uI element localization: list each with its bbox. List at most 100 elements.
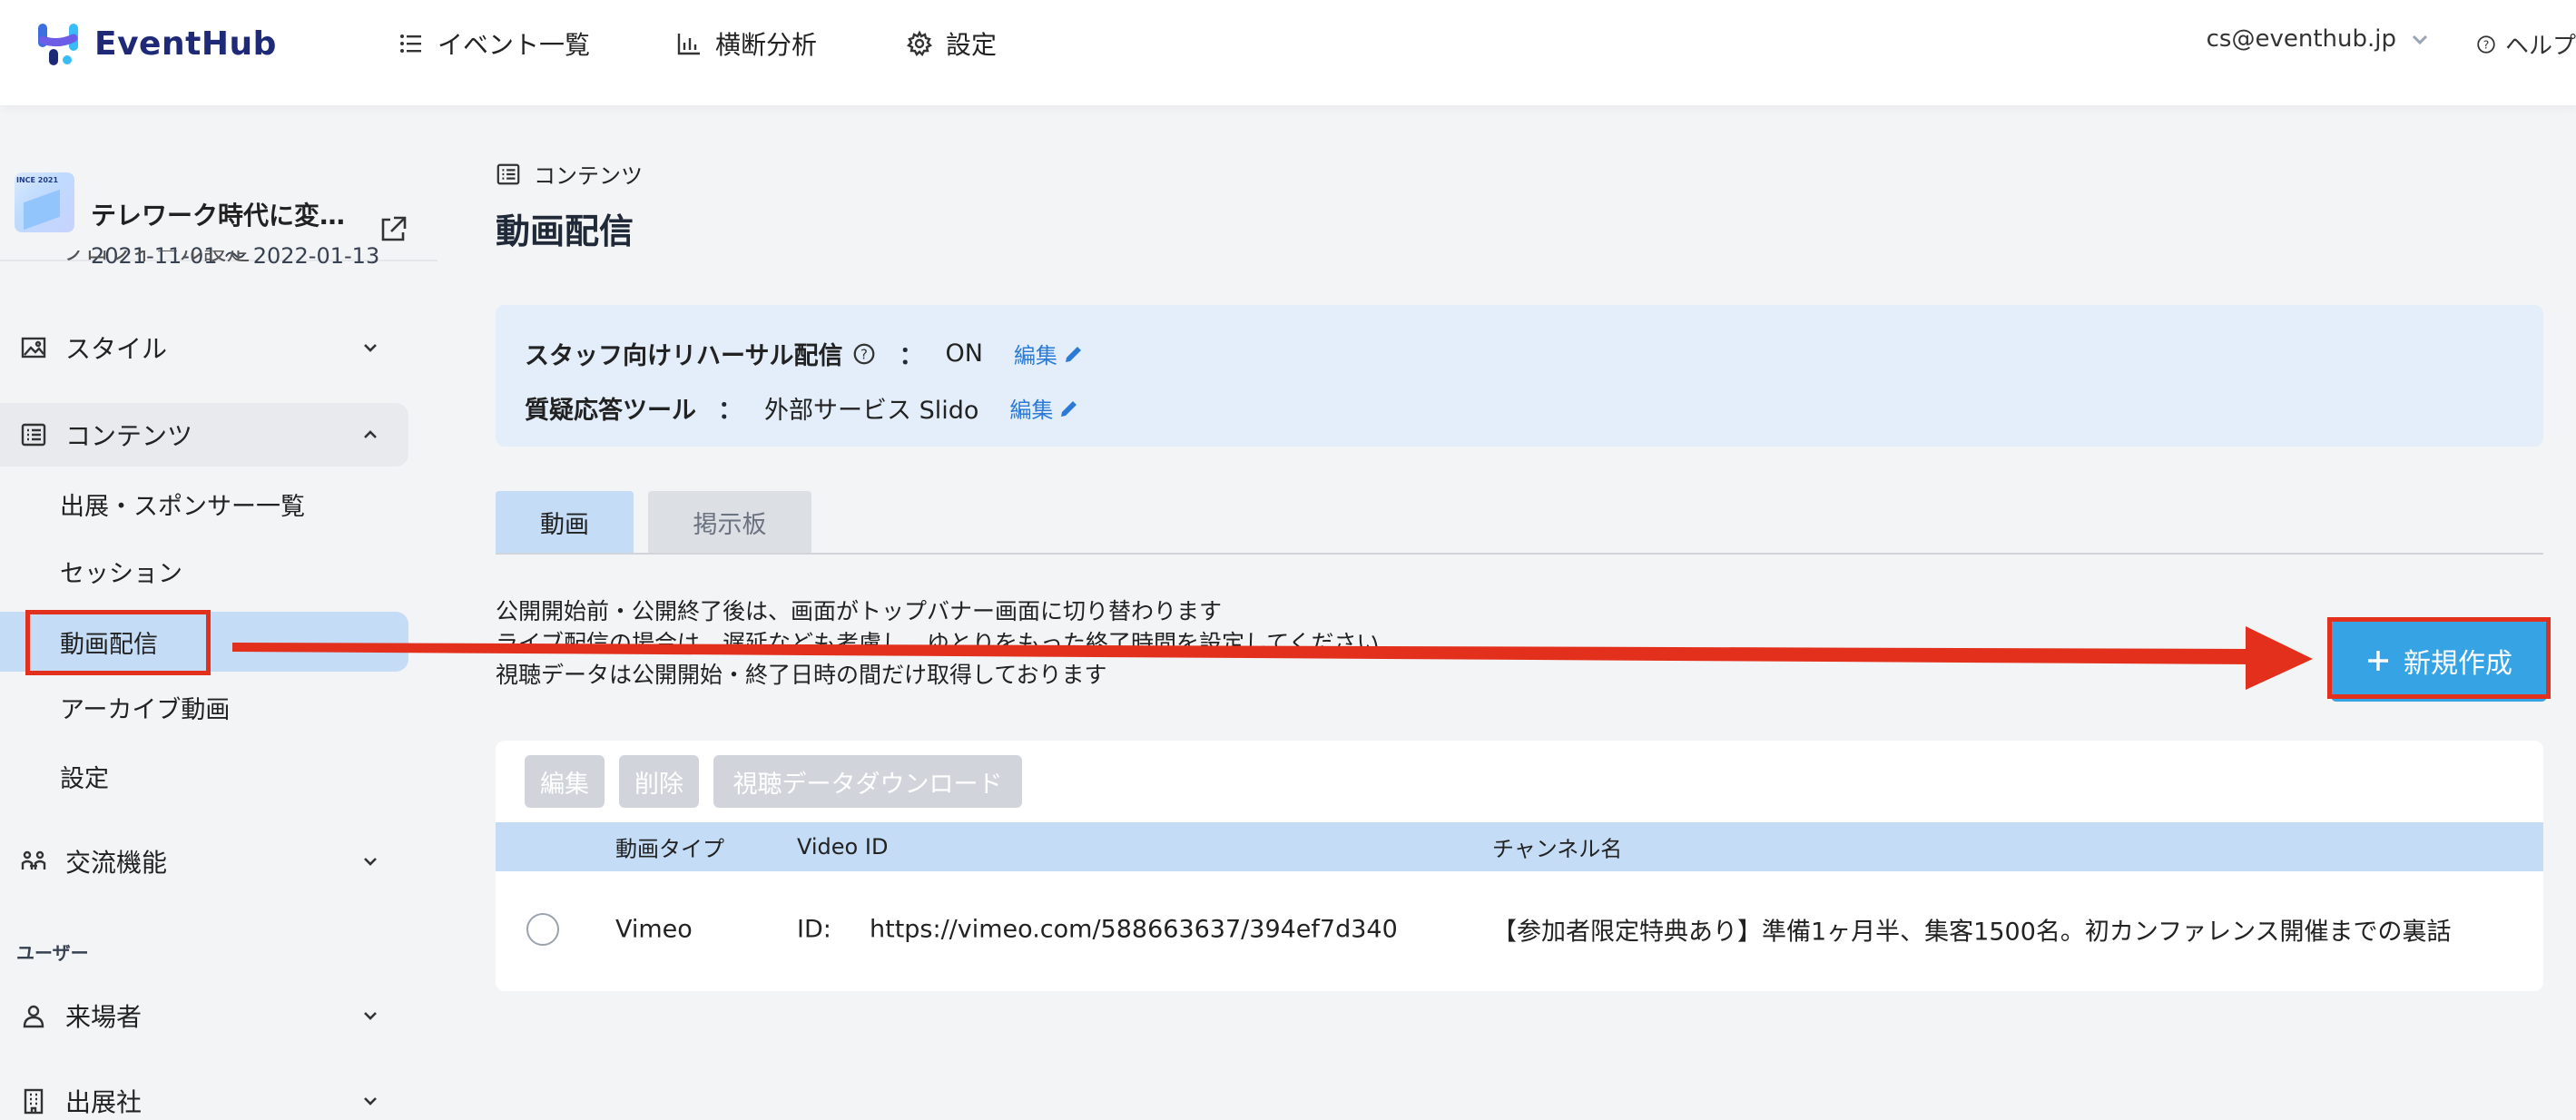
cell-channel-name: 【参加者限定特典あり】準備1ヶ月半、集客1500名。初カンファレンス開催までの裏…	[1492, 918, 2452, 947]
column-header-channel-name: チャンネル名	[1492, 836, 1623, 862]
annotation-highlight-sidebar	[25, 610, 211, 675]
rehearsal-setting-row: スタッフ向けリハーサル配信 ? ： ON 編集	[525, 336, 1085, 371]
sidebar-item-exchange[interactable]: 交流機能	[0, 830, 408, 893]
chevron-down-icon	[2412, 34, 2428, 45]
tab-bulletin-board[interactable]: 掲示板	[648, 491, 811, 553]
nav-settings-label: 設定	[946, 30, 998, 60]
download-viewing-data-button[interactable]: 視聴データダウンロード	[713, 755, 1022, 808]
sidebar-subitem-label: 設定	[60, 764, 109, 793]
list-icon	[400, 34, 421, 53]
sidebar-item-contents-label: コンテンツ	[65, 421, 193, 451]
nav-event-list[interactable]: イベント一覧	[398, 25, 590, 62]
nav-cross-analysis[interactable]: 横断分析	[675, 25, 817, 62]
nav-settings[interactable]: 設定	[906, 25, 997, 62]
pencil-icon	[1061, 400, 1077, 417]
help-label: ヘルプ	[2504, 33, 2576, 60]
svg-text:?: ?	[2483, 37, 2490, 51]
sidebar-item-exhibitors[interactable]: 出展社	[0, 1069, 408, 1120]
qa-tool-setting-value: 外部サービス Slido	[764, 397, 979, 425]
list-alt-icon	[21, 423, 46, 447]
sidebar-subitem-exhibitors-sponsors[interactable]: 出展・スポンサー一覧	[0, 474, 408, 534]
edit-rehearsal-link[interactable]: 編集	[1014, 338, 1085, 369]
notice-line: ライブ配信の場合は、遅延なども考慮し、ゆとりをもった終了時間を設定してください	[496, 630, 1380, 656]
notice-line: 視聴データは公開開始・終了日時の間だけ取得しております	[496, 662, 1107, 688]
sidebar-subitem-archive-videos[interactable]: アーカイブ動画	[0, 677, 408, 737]
video-table-card: 編集 削除 視聴データダウンロード 動画タイプ Video ID チャンネル名 …	[496, 741, 2543, 991]
external-link-icon[interactable]	[378, 214, 408, 245]
sidebar-subitem-label: 出展・スポンサー一覧	[60, 492, 305, 521]
user-icon	[23, 1005, 44, 1028]
qa-tool-setting-row: 質疑応答ツール ： 外部サービス Slido 編集	[525, 390, 1080, 426]
edit-qa-tool-link[interactable]: 編集	[1009, 392, 1080, 424]
logo-text: EventHub	[94, 25, 277, 63]
breadcrumb: コンテンツ	[496, 158, 643, 190]
cell-video-id: https://vimeo.com/588663637/394ef7d340	[870, 915, 1398, 944]
people-link-icon	[21, 850, 46, 869]
setting-colon: ：	[899, 342, 924, 370]
edit-label: 編集	[1013, 343, 1057, 368]
row-select-radio[interactable]	[526, 913, 559, 946]
eventhub-logo-icon	[38, 24, 78, 65]
nav-event-list-label: イベント一覧	[438, 30, 591, 60]
top-header: EventHub イベント一覧 横断分析 設定 cs@eventhub.jp ?…	[0, 0, 2576, 105]
edit-button[interactable]: 編集	[525, 755, 605, 808]
qa-tool-setting-key: 質疑応答ツール	[525, 397, 696, 425]
chevron-down-icon	[364, 344, 377, 352]
chevron-up-icon	[364, 430, 377, 438]
sidebar-subitem-label: セッション	[60, 559, 182, 588]
eventhub-logo[interactable]: EventHub	[34, 20, 277, 67]
sidebar-section-users: ユーザー	[16, 942, 89, 964]
delete-button[interactable]: 削除	[619, 755, 699, 808]
chevron-down-icon	[364, 1097, 377, 1105]
nav-cross-analysis-label: 横断分析	[715, 30, 818, 60]
sidebar-subitem-settings[interactable]: 設定	[0, 746, 408, 806]
svg-text:?: ?	[861, 346, 869, 362]
bar-chart-icon	[677, 34, 700, 55]
sidebar-subitem-sessions[interactable]: セッション	[0, 541, 408, 601]
column-header-video-id: Video ID	[797, 834, 889, 860]
sidebar-item-exhibitors-label: 出展社	[65, 1087, 143, 1117]
main-content: コンテンツ 動画配信 スタッフ向けリハーサル配信 ? ： ON 編集 質疑応答ツ…	[438, 105, 2576, 1120]
event-thumbnail-text: INCE 2021	[16, 176, 59, 184]
event-thumbnail: INCE 2021	[15, 172, 74, 232]
page-title: 動画配信	[496, 211, 634, 251]
sidebar-item-visitors[interactable]: 来場者	[0, 984, 408, 1047]
content-tabs: 動画 掲示板	[496, 491, 2543, 555]
sidebar-item-style-label: スタイル	[65, 334, 168, 364]
building-icon	[24, 1088, 44, 1115]
chevron-down-icon	[364, 1012, 377, 1020]
cell-id-prefix: ID:	[797, 915, 831, 944]
tab-videos[interactable]: 動画	[496, 491, 634, 553]
sidebar-item-style[interactable]: スタイル	[0, 316, 408, 379]
chevron-down-icon	[364, 858, 377, 866]
image-icon	[21, 337, 46, 359]
sidebar-item-visitors-label: 来場者	[65, 1002, 143, 1032]
edit-label: 編集	[1009, 398, 1054, 423]
help-link[interactable]: ? ヘルプ	[2476, 27, 2576, 61]
sidebar-subitem-label: アーカイブ動画	[60, 695, 231, 724]
table-row: Vimeo ID: https://vimeo.com/588663637/39…	[496, 871, 2543, 987]
pencil-icon	[1065, 346, 1081, 362]
event-card[interactable]: INCE 2021 テレワーク時代に変… 2021-11-01 〜 2022-0…	[0, 149, 438, 269]
question-circle-icon[interactable]: ?	[851, 341, 877, 367]
notice-line: 公開開始前・公開終了後は、画面がトップバナー画面に切り替わります	[496, 598, 1223, 624]
column-header-video-type: 動画タイプ	[615, 836, 724, 862]
gear-icon	[906, 30, 933, 57]
sidebar-item-partial[interactable]: プロフィール設定	[62, 251, 250, 269]
streaming-settings-panel: スタッフ向けリハーサル配信 ? ： ON 編集 質疑応答ツール ： 外部サービス…	[496, 305, 2543, 447]
account-menu[interactable]: cs@eventhub.jp	[2207, 25, 2431, 53]
setting-colon: ：	[718, 397, 742, 425]
account-email: cs@eventhub.jp	[2206, 25, 2396, 53]
rehearsal-setting-value: ON	[945, 339, 983, 368]
question-circle-icon: ?	[2477, 34, 2495, 54]
notice-text: 公開開始前・公開終了後は、画面がトップバナー画面に切り替わります ライブ配信の場…	[496, 595, 1380, 691]
breadcrumb-label: コンテンツ	[534, 163, 643, 189]
cell-video-type: Vimeo	[615, 915, 693, 944]
table-header: 動画タイプ Video ID チャンネル名	[496, 822, 2543, 871]
annotation-highlight-create-button	[2327, 617, 2551, 699]
sidebar-item-exchange-label: 交流機能	[65, 848, 168, 878]
rehearsal-setting-key: スタッフ向けリハーサル配信	[525, 342, 843, 370]
sidebar-item-contents[interactable]: コンテンツ	[0, 403, 408, 467]
event-title: テレワーク時代に変…	[91, 201, 346, 231]
list-alt-icon	[497, 163, 520, 184]
